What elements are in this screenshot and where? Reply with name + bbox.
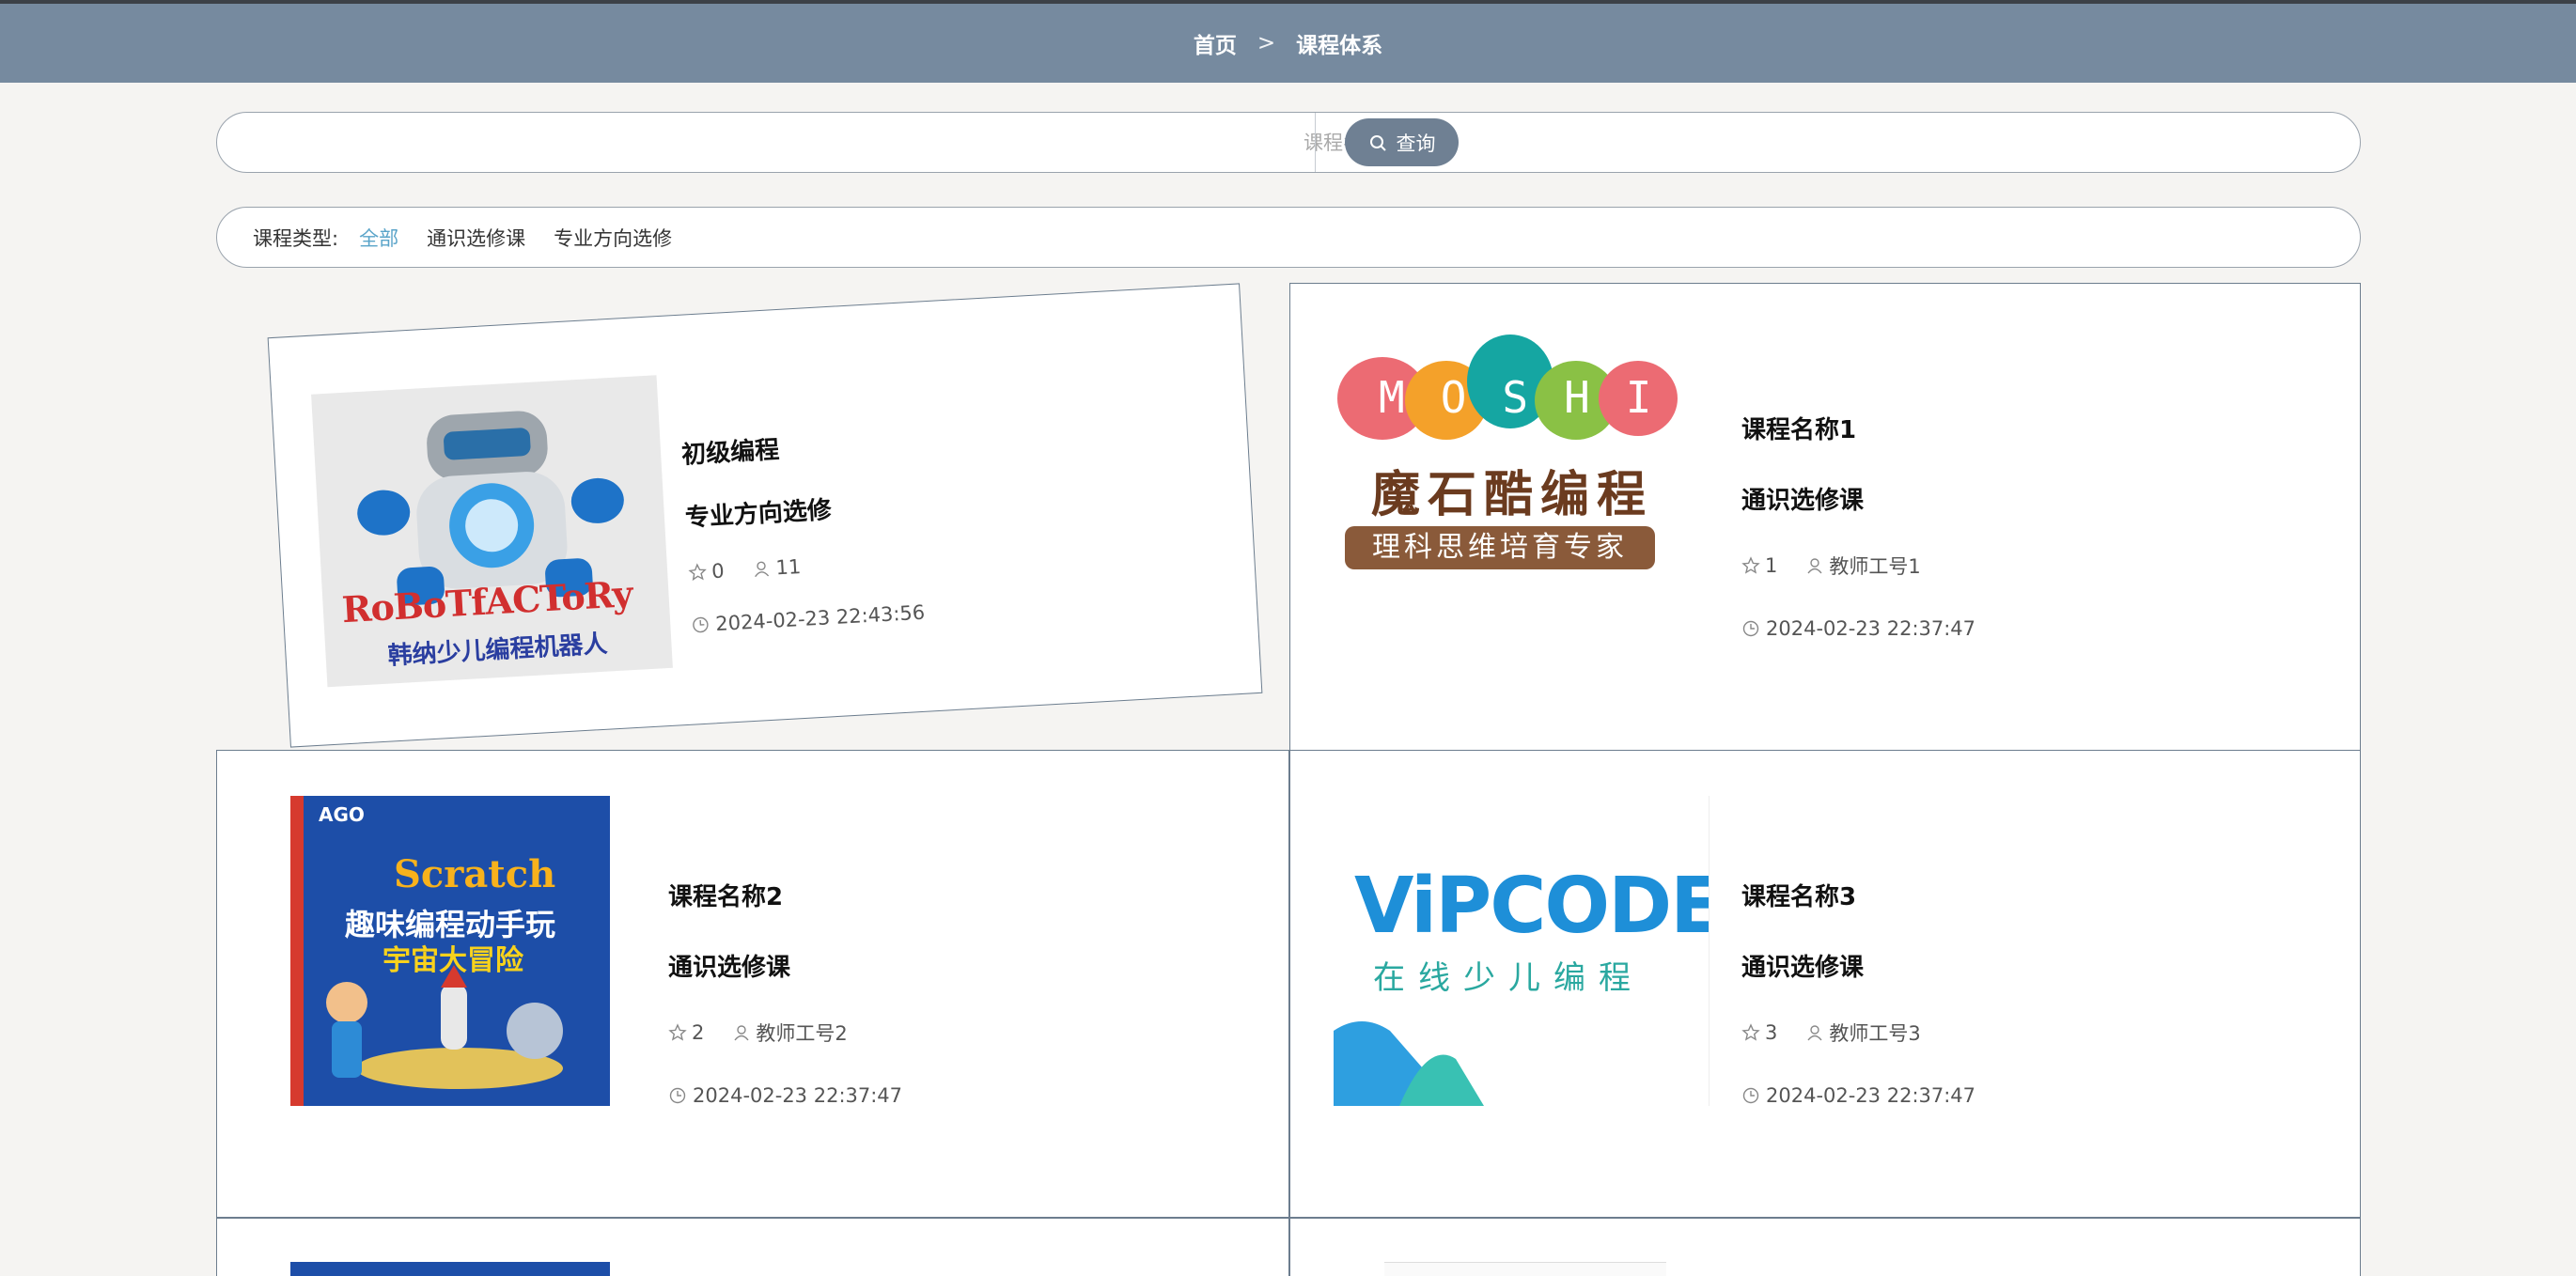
course-card[interactable]: AGO Scratch 趣味编程动手玩 宇宙大冒险 课程名称2 通识选修课 2 … bbox=[216, 750, 1289, 1218]
course-thumbnail-partial bbox=[1384, 1262, 1666, 1276]
course-thumbnail-partial bbox=[290, 1262, 610, 1276]
filter-option-major-elective[interactable]: 专业方向选修 bbox=[554, 224, 672, 252]
star-icon bbox=[688, 563, 707, 582]
search-bar: 查询 bbox=[216, 112, 2361, 173]
user-icon bbox=[1807, 1025, 1822, 1041]
clock-icon bbox=[1742, 620, 1759, 637]
course-card-partial[interactable] bbox=[1289, 1218, 2361, 1276]
teacher-id: 教师工号1 bbox=[1829, 555, 1921, 578]
course-thumbnail: AGO Scratch 趣味编程动手玩 宇宙大冒险 bbox=[290, 796, 610, 1106]
breadcrumb: 首页 > 课程体系 bbox=[0, 0, 2576, 83]
course-info: 课程名称2 通识选修课 2 教师工号2 2024-02-23 22:37:47 bbox=[668, 878, 902, 1107]
course-date: 2024-02-23 22:37:47 bbox=[668, 1084, 902, 1107]
filter-label: 课程类型: bbox=[253, 226, 339, 250]
likes-count: 1 bbox=[1765, 554, 1778, 577]
thumbnail-caption: 理科思维培育专家 bbox=[1345, 526, 1655, 569]
course-type: 专业方向选修 bbox=[684, 496, 833, 533]
course-title[interactable]: 初级编程 bbox=[680, 423, 916, 471]
course-meta: 1 教师工号1 bbox=[1741, 552, 1975, 580]
thumbnail-title: 魔石酷编程 bbox=[1370, 467, 1653, 523]
course-meta: 3 教师工号3 bbox=[1741, 1019, 1975, 1047]
course-meta: 2 教师工号2 bbox=[668, 1019, 902, 1047]
user-icon bbox=[734, 1025, 749, 1041]
search-icon bbox=[1369, 134, 1386, 151]
rocket-illustration bbox=[326, 965, 563, 1089]
likes: 2 bbox=[668, 1021, 704, 1044]
likes: 0 bbox=[688, 559, 726, 584]
course-type: 通识选修课 bbox=[1741, 954, 1865, 982]
likes: 3 bbox=[1741, 1021, 1777, 1044]
course-date: 2024-02-23 22:37:47 bbox=[1741, 617, 1975, 640]
course-name-search-input[interactable] bbox=[226, 120, 1429, 165]
likes-count: 2 bbox=[692, 1021, 705, 1044]
course-title[interactable]: 课程名称2 bbox=[668, 878, 902, 912]
search-button[interactable]: 查询 bbox=[1345, 118, 1459, 166]
course-title[interactable]: 课程名称3 bbox=[1741, 878, 1975, 912]
clock-icon bbox=[693, 616, 709, 633]
teacher: 11 bbox=[752, 555, 802, 581]
course-thumbnail: MOSHI 魔石酷编程 理科思维培育专家 bbox=[1334, 333, 1691, 615]
course-date-text: 2024-02-23 22:37:47 bbox=[693, 1084, 903, 1107]
user-icon bbox=[755, 561, 770, 578]
clock-icon bbox=[1742, 1087, 1759, 1104]
breadcrumb-separator: > bbox=[1257, 31, 1276, 55]
teacher: 教师工号3 bbox=[1805, 1019, 1921, 1047]
teacher-id: 11 bbox=[774, 554, 802, 580]
star-icon bbox=[1741, 556, 1760, 574]
mountain-shapes bbox=[1334, 1021, 1484, 1106]
breadcrumb-current: 课程体系 bbox=[1296, 34, 1383, 58]
course-info: 初级编程 专业方向选修 0 11 2024-02-23 22:43:56 bbox=[680, 423, 926, 637]
clock-icon bbox=[669, 1087, 686, 1104]
course-info: 课程名称1 通识选修课 1 教师工号1 2024-02-23 22:37:47 bbox=[1741, 411, 1975, 640]
course-meta: 0 11 bbox=[688, 549, 923, 584]
course-date-text: 2024-02-23 22:37:47 bbox=[1766, 1084, 1976, 1107]
star-icon bbox=[1741, 1023, 1760, 1041]
course-card[interactable]: ViPCODE 在线少儿编程 课程名称3 通识选修课 3 教师工号3 2024-… bbox=[1289, 750, 2361, 1218]
star-icon bbox=[668, 1023, 687, 1041]
course-date: 2024-02-23 22:43:56 bbox=[691, 601, 926, 637]
filter-option-general-elective[interactable]: 通识选修课 bbox=[427, 224, 525, 252]
course-title[interactable]: 课程名称1 bbox=[1741, 411, 1975, 445]
course-type: 通识选修课 bbox=[1741, 487, 1865, 515]
course-type-filter: 课程类型: 全部 通识选修课 专业方向选修 bbox=[216, 207, 2361, 268]
breadcrumb-home-link[interactable]: 首页 bbox=[1194, 27, 1237, 59]
course-thumbnail: ViPCODE 在线少儿编程 bbox=[1334, 796, 1710, 1106]
teacher: 教师工号1 bbox=[1805, 552, 1921, 580]
likes: 1 bbox=[1741, 554, 1777, 577]
course-type: 通识选修课 bbox=[668, 954, 791, 982]
course-date-text: 2024-02-23 22:37:47 bbox=[1766, 617, 1976, 640]
course-info: 课程名称3 通识选修课 3 教师工号3 2024-02-23 22:37:47 bbox=[1741, 878, 1975, 1107]
likes-count: 3 bbox=[1765, 1021, 1778, 1044]
user-icon bbox=[1807, 558, 1822, 574]
course-card-partial[interactable] bbox=[216, 1218, 1289, 1276]
teacher: 教师工号2 bbox=[732, 1019, 848, 1047]
filter-option-all[interactable]: 全部 bbox=[359, 224, 398, 252]
teacher-id: 教师工号2 bbox=[756, 1022, 848, 1045]
thumbnail-brand-text: MOSHI bbox=[1379, 372, 1688, 423]
likes-count: 0 bbox=[710, 559, 726, 584]
course-card[interactable]: RoBoTfACToRy 韩纳少儿编程机器人 初级编程 专业方向选修 0 11 … bbox=[267, 283, 1263, 748]
search-button-label: 查询 bbox=[1396, 132, 1436, 155]
course-date-text: 2024-02-23 22:43:56 bbox=[714, 600, 926, 636]
teacher-id: 教师工号3 bbox=[1829, 1022, 1921, 1045]
course-date: 2024-02-23 22:37:47 bbox=[1741, 1084, 1975, 1107]
course-card[interactable]: MOSHI 魔石酷编程 理科思维培育专家 课程名称1 通识选修课 1 教师工号1… bbox=[1289, 283, 2361, 751]
course-thumbnail: RoBoTfACToRy 韩纳少儿编程机器人 bbox=[311, 375, 673, 688]
search-divider bbox=[1315, 113, 1316, 172]
